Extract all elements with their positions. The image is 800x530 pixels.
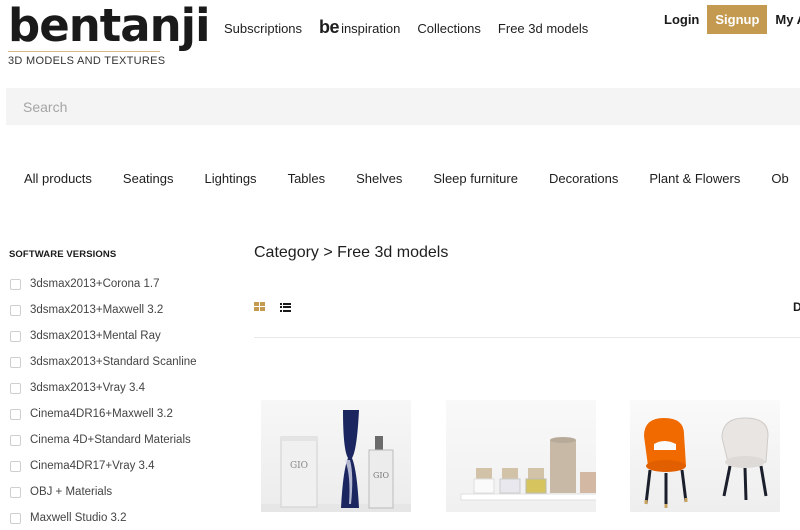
- category-sleep-furniture[interactable]: Sleep furniture: [433, 171, 518, 186]
- filter-label: Cinema4DR16+Maxwell 3.2: [30, 408, 173, 420]
- checkbox[interactable]: [10, 434, 21, 446]
- product-card[interactable]: GIO GIO: [261, 400, 411, 512]
- filter-item[interactable]: 3dsmax2013+Standard Scanline: [9, 349, 229, 375]
- filter-item[interactable]: 3dsmax2013+Mental Ray: [9, 323, 229, 349]
- filter-sidebar: SOFTWARE VERSIONS 3dsmax2013+Corona 1.7 …: [9, 249, 229, 530]
- page: bentanji 3D MODELS AND TEXTURES Subscrip…: [0, 0, 800, 530]
- filter-item[interactable]: 3dsmax2013+Corona 1.7: [9, 271, 229, 297]
- filter-item[interactable]: 3dsmax2013+Vray 3.4: [9, 375, 229, 401]
- filter-item[interactable]: Cinema4DR17+Vray 3.4: [9, 453, 229, 479]
- checkbox[interactable]: [10, 512, 21, 524]
- filter-label: Cinema4DR17+Vray 3.4: [30, 460, 155, 472]
- svg-text:GIO: GIO: [290, 461, 308, 471]
- category-plant-flowers[interactable]: Plant & Flowers: [649, 171, 740, 186]
- category-shelves[interactable]: Shelves: [356, 171, 402, 186]
- checkbox[interactable]: [10, 304, 21, 316]
- checkbox[interactable]: [10, 356, 21, 368]
- product-image-jars: [460, 437, 596, 501]
- checkbox[interactable]: [10, 460, 21, 472]
- filter-label: 3dsmax2013+Mental Ray: [30, 330, 161, 342]
- filter-label: 3dsmax2013+Standard Scanline: [30, 356, 197, 368]
- category-objects[interactable]: Ob: [771, 171, 788, 186]
- sort-dropdown[interactable]: D: [793, 300, 800, 314]
- view-toggle: [254, 302, 291, 312]
- signup-button[interactable]: Signup: [707, 5, 768, 34]
- checkbox[interactable]: [10, 278, 21, 290]
- top-nav: Subscriptions be inspiration Collections …: [224, 17, 605, 38]
- brand-tagline: 3D MODELS AND TEXTURES: [8, 55, 166, 67]
- filter-item[interactable]: Maxwell Studio 3.2: [9, 505, 229, 530]
- checkbox[interactable]: [10, 408, 21, 420]
- brand-logo[interactable]: bentanji 3D MODELS AND TEXTURES: [8, 0, 211, 67]
- filter-label: Maxwell Studio 3.2: [30, 512, 127, 524]
- nav-free-3d-models[interactable]: Free 3d models: [498, 21, 588, 36]
- be-logo-icon: be: [319, 17, 340, 37]
- nav-be-inspiration-label: inspiration: [341, 21, 401, 36]
- svg-text:GIO: GIO: [373, 471, 390, 480]
- checkbox[interactable]: [10, 382, 21, 394]
- filter-heading: SOFTWARE VERSIONS: [9, 249, 117, 260]
- filter-item[interactable]: 3dsmax2013+Maxwell 3.2: [9, 297, 229, 323]
- product-card[interactable]: [630, 400, 780, 512]
- list-view-icon[interactable]: [280, 302, 291, 312]
- breadcrumb: Category > Free 3d models: [254, 244, 449, 261]
- checkbox[interactable]: [10, 330, 21, 342]
- filter-item[interactable]: OBJ + Materials: [9, 479, 229, 505]
- login-link[interactable]: Login: [664, 12, 699, 27]
- filter-label: Cinema 4D+Standard Materials: [30, 434, 191, 446]
- grid-view-icon[interactable]: [254, 302, 265, 312]
- filter-label: OBJ + Materials: [30, 486, 113, 498]
- auth-area: Login Signup My Ac: [664, 5, 800, 34]
- my-account-link[interactable]: My Ac: [775, 12, 800, 27]
- brand-name: bentanji: [8, 0, 211, 52]
- category-nav: All products Seatings Lightings Tables S…: [24, 171, 789, 186]
- product-image-perfume: GIO GIO: [261, 410, 411, 512]
- product-image-chairs: [644, 417, 769, 508]
- filter-item[interactable]: Cinema4DR16+Maxwell 3.2: [9, 401, 229, 427]
- nav-subscriptions[interactable]: Subscriptions: [224, 21, 302, 36]
- checkbox[interactable]: [10, 486, 21, 498]
- category-decorations[interactable]: Decorations: [549, 171, 618, 186]
- search-input[interactable]: [6, 88, 800, 125]
- nav-collections[interactable]: Collections: [417, 21, 481, 36]
- category-lightings[interactable]: Lightings: [205, 171, 257, 186]
- category-seatings[interactable]: Seatings: [123, 171, 174, 186]
- divider: [254, 337, 800, 338]
- category-all-products[interactable]: All products: [24, 171, 92, 186]
- filter-item[interactable]: Cinema 4D+Standard Materials: [9, 427, 229, 453]
- product-card[interactable]: [446, 400, 596, 512]
- nav-be-inspiration[interactable]: be inspiration: [319, 17, 400, 38]
- category-tables[interactable]: Tables: [288, 171, 326, 186]
- filter-label: 3dsmax2013+Corona 1.7: [30, 278, 160, 290]
- filter-label: 3dsmax2013+Maxwell 3.2: [30, 304, 164, 316]
- filter-label: 3dsmax2013+Vray 3.4: [30, 382, 145, 394]
